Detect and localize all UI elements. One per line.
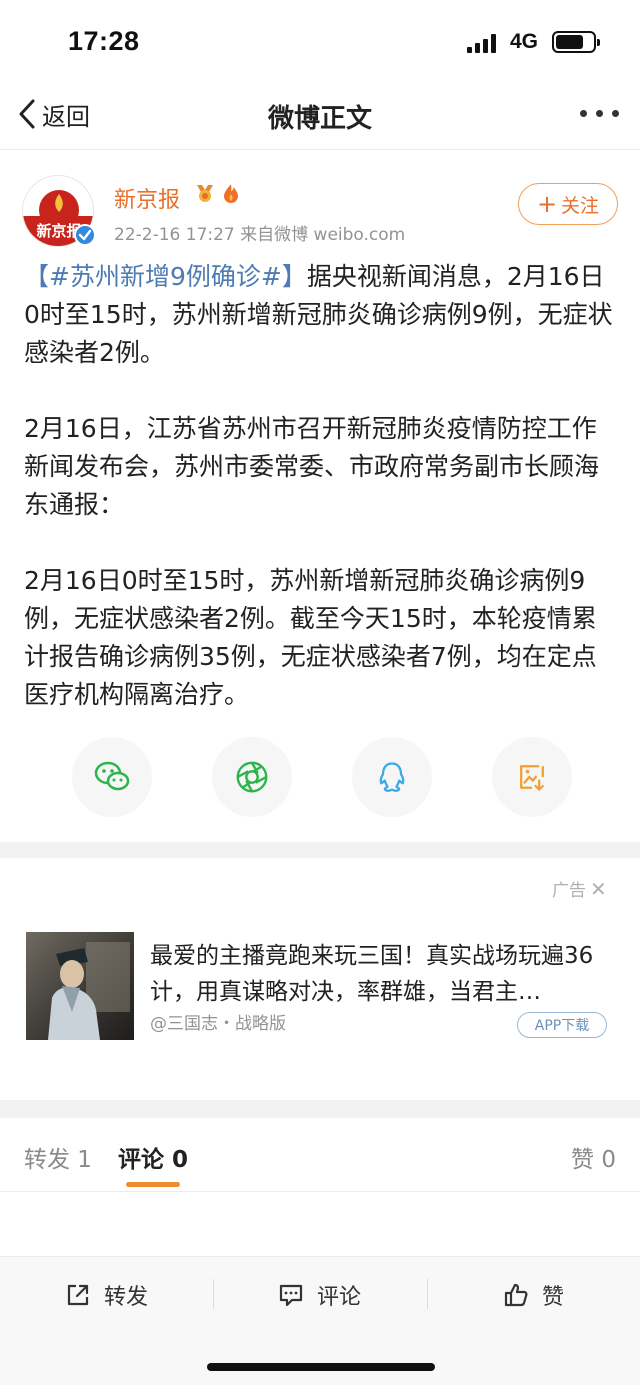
toolbar-divider bbox=[213, 1279, 214, 1309]
paragraph-3: 2月16日0时至15时，苏州新增新冠肺炎确诊病例9例，无症状感染者2例。截至今天… bbox=[24, 562, 620, 714]
like-label: 赞 bbox=[542, 1285, 565, 1310]
author-name[interactable]: 新京报 bbox=[114, 182, 180, 214]
nav-bar: 返回 微博正文 bbox=[0, 80, 640, 150]
share-moments-button[interactable] bbox=[212, 737, 292, 817]
paragraph-1: 【#苏州新增9例确诊#】据央视新闻消息，2月16日0时至15时，苏州新增新冠肺炎… bbox=[24, 258, 620, 372]
active-tab-indicator bbox=[126, 1182, 180, 1187]
save-image-button[interactable] bbox=[492, 737, 572, 817]
more-icon[interactable] bbox=[580, 110, 620, 120]
author-badges bbox=[194, 182, 242, 204]
paragraph-text: 2月16日，江苏省苏州市召开新冠肺炎疫情防控工作新闻发布会，苏州市委常委、市政府… bbox=[24, 414, 600, 519]
comment-icon bbox=[279, 1284, 303, 1307]
follow-label: 关注 bbox=[561, 194, 600, 217]
comment-label: 评论 bbox=[317, 1285, 362, 1310]
follow-button[interactable]: + 关注 bbox=[518, 183, 618, 225]
page-title: 微博正文 bbox=[267, 104, 372, 134]
thumbs-up-icon bbox=[504, 1283, 528, 1307]
medal-icon bbox=[194, 182, 216, 204]
plus-icon: + bbox=[536, 190, 558, 218]
signal-icon bbox=[467, 33, 501, 53]
repost-button[interactable]: 转发 bbox=[64, 1279, 148, 1311]
paragraph-text: 2月16日0时至15时，苏州新增新冠肺炎确诊病例9例，无症状感染者2例。截至今天… bbox=[24, 566, 597, 709]
ad-image[interactable] bbox=[26, 932, 134, 1040]
network-type: 4G bbox=[510, 30, 539, 53]
like-button[interactable]: 赞 bbox=[502, 1279, 564, 1311]
comment-button[interactable]: 评论 bbox=[277, 1279, 361, 1311]
flame-icon bbox=[220, 182, 242, 204]
qq-icon bbox=[379, 762, 405, 792]
verified-badge-icon bbox=[74, 224, 96, 246]
app-download-button[interactable]: APP下载 bbox=[517, 1012, 607, 1038]
battery-icon bbox=[552, 31, 600, 53]
share-row bbox=[72, 737, 572, 817]
section-divider bbox=[0, 1100, 640, 1118]
hashtag-link[interactable]: 【#苏州新增9例确诊#】 bbox=[24, 262, 307, 291]
ad-source: @三国志・战略版 bbox=[150, 1014, 286, 1034]
post-meta: 22-2-16 17:27 来自微博 weibo.com bbox=[114, 225, 406, 245]
share-wechat-button[interactable] bbox=[72, 737, 152, 817]
repost-label: 转发 bbox=[104, 1285, 149, 1310]
section-divider bbox=[0, 842, 640, 858]
share-arrow-icon bbox=[67, 1284, 89, 1306]
tab-comment[interactable]: 评论 0 bbox=[118, 1140, 188, 1174]
paragraph-2: 2月16日，江苏省苏州市召开新冠肺炎疫情防控工作新闻发布会，苏州市委常委、市政府… bbox=[24, 410, 620, 524]
toolbar-divider bbox=[427, 1279, 428, 1309]
share-qq-button[interactable] bbox=[352, 737, 432, 817]
post-body: 【#苏州新增9例确诊#】据央视新闻消息，2月16日0时至15时，苏州新增新冠肺炎… bbox=[24, 258, 620, 752]
status-time: 17:28 bbox=[68, 26, 140, 56]
tab-repost[interactable]: 转发 1 bbox=[24, 1140, 92, 1174]
ad-label: 广告 bbox=[552, 881, 586, 901]
ad-text[interactable]: 最爱的主播竟跑来玩三国！真实战场玩遍36计，用真谋略对决，率群雄，当君主… bbox=[150, 938, 610, 1010]
save-image-icon bbox=[520, 765, 544, 791]
home-indicator bbox=[207, 1363, 435, 1371]
interaction-tabs: 转发 1 评论 0 赞 0 bbox=[0, 1130, 640, 1192]
wechat-icon bbox=[94, 761, 130, 791]
moments-icon bbox=[236, 761, 268, 793]
ad-tag: 广告 ✕ bbox=[552, 876, 607, 902]
tab-like[interactable]: 赞 0 bbox=[571, 1140, 616, 1174]
status-bar: 17:28 4G bbox=[0, 0, 640, 80]
close-icon[interactable]: ✕ bbox=[590, 877, 607, 901]
